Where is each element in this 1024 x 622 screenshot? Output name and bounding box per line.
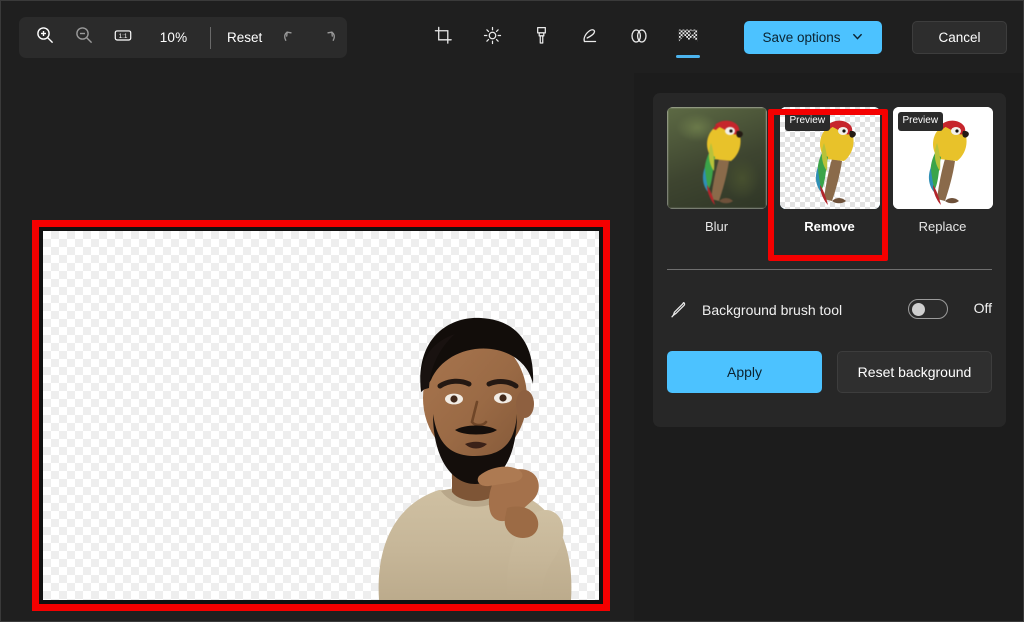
spot-fix-icon <box>628 25 650 52</box>
blur-thumbnail[interactable] <box>666 107 767 209</box>
redo-icon <box>319 26 338 50</box>
save-options-label: Save options <box>762 30 841 45</box>
svg-text:1:1: 1:1 <box>119 33 128 40</box>
background-brush-row: Background brush tool Off <box>667 293 992 327</box>
tool-adjustments[interactable] <box>468 17 516 59</box>
crop-icon <box>433 25 454 51</box>
preview-badge: Preview <box>784 112 831 131</box>
cancel-button[interactable]: Cancel <box>912 21 1007 54</box>
zoom-in-icon <box>35 25 55 50</box>
background-brush-state: Off <box>973 300 992 316</box>
one-to-one-icon: 1:1 <box>113 25 133 50</box>
background-option-replace[interactable]: Preview Replace <box>886 107 999 234</box>
apply-button[interactable]: Apply <box>667 351 822 393</box>
paintbrush-icon <box>531 25 552 51</box>
tool-markup[interactable] <box>517 17 565 59</box>
zoom-out-button[interactable] <box>64 21 103 55</box>
actual-size-button[interactable]: 1:1 <box>104 21 143 55</box>
background-card: Blur Preview Remove Preview Replace Back… <box>653 93 1006 427</box>
background-option-remove[interactable]: Preview Remove <box>773 107 886 234</box>
paintbrush-icon <box>667 299 691 321</box>
undo-icon <box>281 26 300 50</box>
edit-tools-group <box>419 17 712 59</box>
chevron-down-icon <box>851 30 864 46</box>
redo-button[interactable] <box>310 21 347 55</box>
background-brush-toggle[interactable] <box>908 299 948 319</box>
subject-cutout <box>309 280 599 600</box>
toggle-knob <box>912 303 925 316</box>
zoom-in-button[interactable] <box>25 21 64 55</box>
remove-label: Remove <box>804 219 855 234</box>
toolbar-divider <box>210 26 211 49</box>
undo-button[interactable] <box>272 21 309 55</box>
background-option-blur[interactable]: Blur <box>660 107 773 234</box>
tool-erase[interactable] <box>566 17 614 59</box>
reset-background-button[interactable]: Reset background <box>837 351 992 393</box>
panel-divider <box>667 269 992 270</box>
person-cutout-illustration <box>378 317 572 600</box>
image-canvas[interactable] <box>43 231 599 600</box>
tool-background[interactable] <box>664 17 712 59</box>
top-toolbar: 1:1 10% Reset Save options Cancel <box>1 1 1023 73</box>
brightness-icon <box>482 25 503 51</box>
preview-badge: Preview <box>897 112 944 131</box>
background-brush-label: Background brush tool <box>702 302 843 318</box>
canvas-area <box>1 73 634 621</box>
tool-retouch[interactable] <box>615 17 663 59</box>
zoom-toolbar-pill: 1:1 10% Reset <box>19 17 347 58</box>
blur-label: Blur <box>704 219 729 234</box>
save-options-button[interactable]: Save options <box>744 21 882 54</box>
tool-selected-underline <box>676 55 700 58</box>
zoom-out-icon <box>74 25 94 50</box>
pen-erase-icon <box>579 25 601 52</box>
parrot-image <box>702 120 743 205</box>
background-options-group: Blur Preview Remove Preview Replace <box>653 107 1006 267</box>
tool-crop[interactable] <box>419 17 467 59</box>
remove-thumbnail[interactable]: Preview <box>779 107 880 209</box>
background-icon <box>677 26 699 51</box>
reset-zoom-button[interactable]: Reset <box>217 23 272 53</box>
replace-thumbnail[interactable]: Preview <box>892 107 993 209</box>
zoom-level-value[interactable]: 10% <box>143 30 204 45</box>
background-settings-panel: Blur Preview Remove Preview Replace Back… <box>634 73 1023 621</box>
replace-label: Replace <box>918 219 967 234</box>
canvas-annotation-box <box>32 220 610 611</box>
photos-editor-window: 1:1 10% Reset Save options Cancel Blur P… <box>0 0 1024 622</box>
